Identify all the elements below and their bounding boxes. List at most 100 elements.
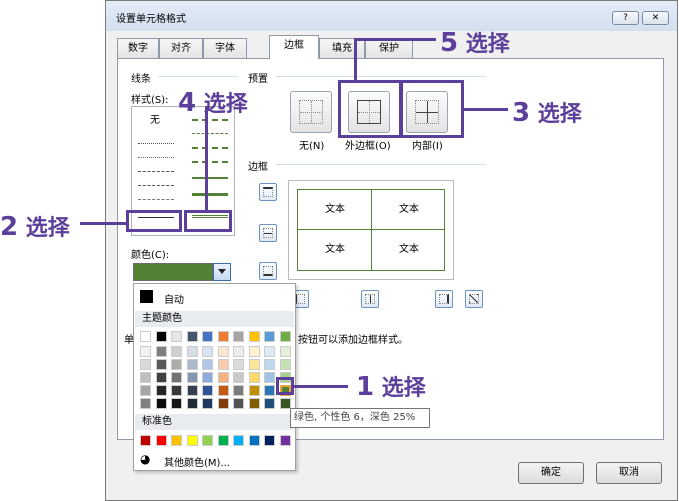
- tab-alignment[interactable]: 对齐: [159, 38, 203, 58]
- theme-shade-swatch[interactable]: [217, 398, 229, 409]
- style-none[interactable]: 无: [150, 111, 160, 126]
- theme-shade-swatch[interactable]: [217, 372, 229, 383]
- theme-shade-swatch[interactable]: [217, 359, 229, 370]
- theme-shade-swatch[interactable]: [140, 346, 151, 357]
- theme-shade-swatch[interactable]: [233, 385, 244, 396]
- preset-none-button[interactable]: [290, 91, 332, 133]
- theme-shade-swatch[interactable]: [186, 372, 198, 383]
- theme-shade-swatch[interactable]: [186, 346, 198, 357]
- theme-shade-swatch[interactable]: [140, 398, 151, 409]
- theme-shade-swatch[interactable]: [171, 359, 182, 370]
- tab-fill[interactable]: 填充: [319, 38, 365, 58]
- theme-shade-swatch[interactable]: [264, 346, 275, 357]
- theme-shade-swatch[interactable]: [264, 385, 275, 396]
- standard-color-swatch[interactable]: [279, 435, 291, 446]
- theme-shade-swatch[interactable]: [155, 398, 167, 409]
- theme-shade-swatch[interactable]: [186, 398, 198, 409]
- theme-shade-swatch[interactable]: [248, 359, 260, 370]
- theme-shade-swatch[interactable]: [171, 398, 182, 409]
- border-preview[interactable]: 文本 文本 文本 文本: [288, 180, 454, 280]
- theme-shade-swatch[interactable]: [264, 359, 275, 370]
- theme-color-swatch[interactable]: [202, 331, 213, 342]
- style-thick[interactable]: [192, 193, 228, 196]
- theme-color-swatch[interactable]: [186, 331, 198, 342]
- border-diagonal-button[interactable]: [465, 290, 483, 308]
- theme-shade-swatch[interactable]: [248, 385, 260, 396]
- color-dropdown-button[interactable]: [213, 263, 231, 281]
- style-fine-dotted[interactable]: [138, 157, 174, 158]
- theme-shade-swatch[interactable]: [155, 359, 167, 370]
- standard-color-swatch[interactable]: [233, 435, 244, 446]
- standard-color-swatch[interactable]: [264, 435, 275, 446]
- theme-shade-swatch[interactable]: [248, 346, 260, 357]
- theme-color-swatch[interactable]: [264, 331, 275, 342]
- theme-shade-swatch[interactable]: [233, 359, 244, 370]
- standard-color-swatch[interactable]: [186, 435, 198, 446]
- standard-color-swatch[interactable]: [202, 435, 213, 446]
- border-right-button[interactable]: [435, 290, 453, 308]
- theme-color-swatch[interactable]: [155, 331, 167, 342]
- theme-shade-swatch[interactable]: [171, 372, 182, 383]
- tab-border[interactable]: 边框: [269, 35, 319, 59]
- theme-shade-swatch[interactable]: [202, 398, 213, 409]
- theme-color-swatch[interactable]: [233, 331, 244, 342]
- style-medium-dash-dot[interactable]: [192, 147, 228, 149]
- tab-protection[interactable]: 保护: [365, 38, 413, 58]
- theme-shade-swatch[interactable]: [140, 359, 151, 370]
- tab-number[interactable]: 数字: [117, 38, 159, 58]
- theme-shade-swatch[interactable]: [140, 385, 151, 396]
- theme-shade-swatch[interactable]: [171, 346, 182, 357]
- close-button[interactable]: ✕: [642, 11, 669, 25]
- color-swatch[interactable]: [133, 263, 213, 281]
- theme-color-swatch[interactable]: [217, 331, 229, 342]
- theme-color-swatch[interactable]: [248, 331, 260, 342]
- theme-shade-swatch[interactable]: [202, 385, 213, 396]
- theme-shade-swatch[interactable]: [233, 346, 244, 357]
- theme-shade-swatch[interactable]: [202, 372, 213, 383]
- standard-color-swatch[interactable]: [155, 435, 167, 446]
- theme-color-swatch[interactable]: [279, 331, 291, 342]
- theme-shade-swatch[interactable]: [233, 372, 244, 383]
- border-inside-vertical-button[interactable]: [361, 290, 379, 308]
- style-medium-dashed[interactable]: [192, 161, 228, 163]
- standard-color-swatch[interactable]: [171, 435, 182, 446]
- standard-color-swatch[interactable]: [140, 435, 151, 446]
- theme-shade-swatch[interactable]: [264, 372, 275, 383]
- tab-font[interactable]: 字体: [203, 38, 247, 58]
- border-inside-horizontal-button[interactable]: [259, 224, 277, 242]
- theme-shade-swatch[interactable]: [279, 359, 291, 370]
- theme-shade-swatch[interactable]: [248, 372, 260, 383]
- ok-button[interactable]: 确定: [518, 462, 584, 484]
- theme-shade-swatch[interactable]: [202, 359, 213, 370]
- theme-shade-swatch[interactable]: [155, 372, 167, 383]
- style-slant-dash[interactable]: [192, 133, 228, 134]
- style-dash-dot-dot[interactable]: [138, 171, 174, 172]
- theme-shade-swatch[interactable]: [233, 398, 244, 409]
- auto-color-swatch[interactable]: [140, 290, 153, 303]
- theme-shade-swatch[interactable]: [248, 398, 260, 409]
- theme-color-swatch[interactable]: [140, 331, 151, 342]
- theme-shade-swatch[interactable]: [155, 385, 167, 396]
- theme-shade-swatch[interactable]: [171, 385, 182, 396]
- theme-color-swatch[interactable]: [171, 331, 182, 342]
- standard-color-swatch[interactable]: [217, 435, 229, 446]
- more-colors-link[interactable]: 其他颜色(M)...: [164, 454, 230, 469]
- theme-shade-swatch[interactable]: [186, 359, 198, 370]
- border-top-button[interactable]: [259, 183, 277, 201]
- style-medium[interactable]: [192, 177, 228, 179]
- style-medium-dash-dot-dot[interactable]: [192, 119, 228, 121]
- theme-shade-swatch[interactable]: [186, 385, 198, 396]
- auto-color-label[interactable]: 自动: [164, 291, 184, 306]
- theme-shade-swatch[interactable]: [279, 398, 291, 409]
- style-dotted[interactable]: [138, 143, 174, 144]
- standard-color-swatch[interactable]: [248, 435, 260, 446]
- theme-shade-swatch[interactable]: [140, 372, 151, 383]
- theme-shade-swatch[interactable]: [217, 346, 229, 357]
- theme-shade-swatch[interactable]: [155, 346, 167, 357]
- style-dashed[interactable]: [138, 199, 174, 200]
- help-button[interactable]: ?: [612, 11, 639, 25]
- theme-shade-swatch[interactable]: [264, 398, 275, 409]
- theme-shade-swatch[interactable]: [217, 385, 229, 396]
- border-bottom-button[interactable]: [259, 262, 277, 280]
- style-dash-dot[interactable]: [138, 185, 174, 186]
